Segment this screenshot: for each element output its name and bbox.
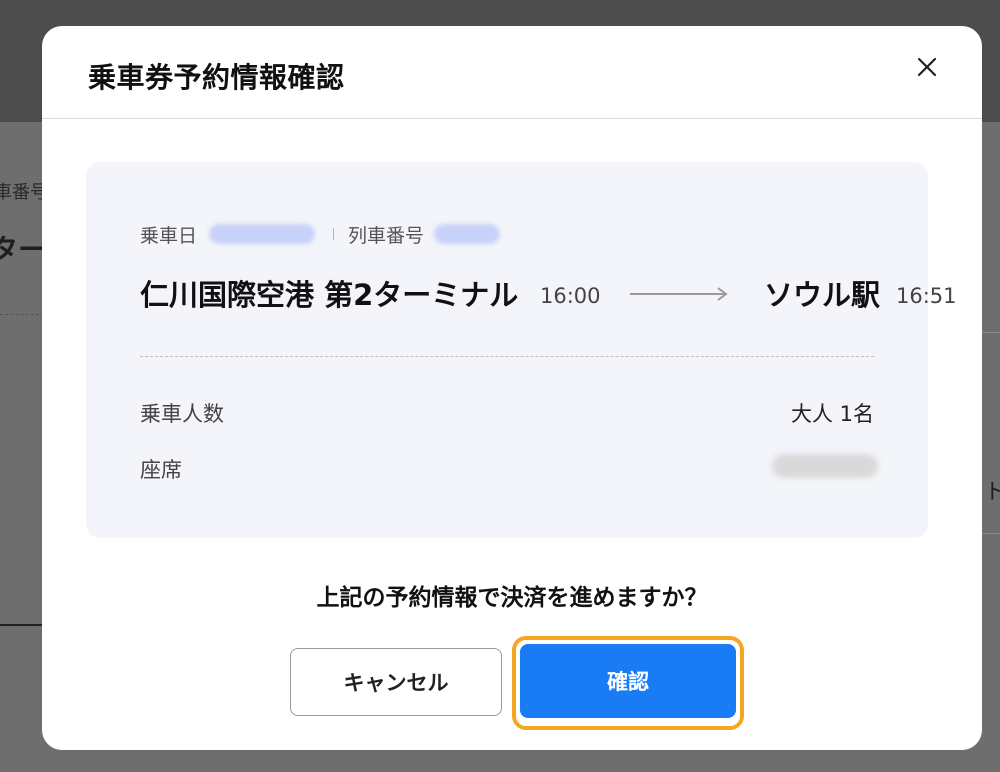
- background-line: [0, 624, 44, 626]
- seat-label: 座席: [140, 458, 182, 482]
- meta-separator: [333, 228, 335, 240]
- arrival-time: 16:51: [896, 284, 957, 308]
- train-number-label: 列車番号: [348, 224, 425, 247]
- cancel-button[interactable]: キャンセル: [290, 648, 502, 716]
- seat-value-redacted: [772, 454, 878, 478]
- arrow-right-icon: [630, 287, 728, 301]
- confirm-button[interactable]: 確認: [520, 644, 736, 718]
- background-divider: [0, 314, 44, 315]
- reservation-confirm-dialog: 乗車券予約情報確認 乗車日 列車番号 仁川国際空港 第2ターミナル 16:00 …: [42, 26, 982, 750]
- train-number-value-redacted: [434, 224, 501, 244]
- dialog-header: 乗車券予約情報確認: [42, 26, 982, 119]
- background-station-text: ター: [0, 233, 47, 266]
- arrival-station: ソウル駅: [764, 278, 881, 312]
- card-divider: [140, 356, 874, 357]
- departure-station: 仁川国際空港 第2ターミナル: [140, 278, 519, 312]
- ride-meta-row: 乗車日 列車番号: [140, 222, 501, 247]
- reservation-info-card: 乗車日 列車番号 仁川国際空港 第2ターミナル 16:00 ソウル駅 16:51…: [86, 162, 957, 538]
- confirm-question: 上記の予約情報で決済を進めますか？: [316, 585, 708, 611]
- passengers-label: 乗車人数: [140, 402, 224, 426]
- dialog-title: 乗車券予約情報確認: [88, 61, 345, 94]
- close-button[interactable]: [912, 52, 942, 82]
- departure-time: 16:00: [540, 284, 601, 308]
- passengers-value: 大人 1名: [790, 402, 874, 426]
- background-right-text: ト: [984, 480, 1000, 505]
- route-row: 仁川国際空港 第2ターミナル 16:00 ソウル駅 16:51: [140, 272, 970, 312]
- background-label: 車番号: [0, 182, 48, 203]
- ride-date-label: 乗車日: [140, 224, 198, 247]
- ride-date-value-redacted: [209, 224, 316, 244]
- close-icon: [917, 57, 937, 77]
